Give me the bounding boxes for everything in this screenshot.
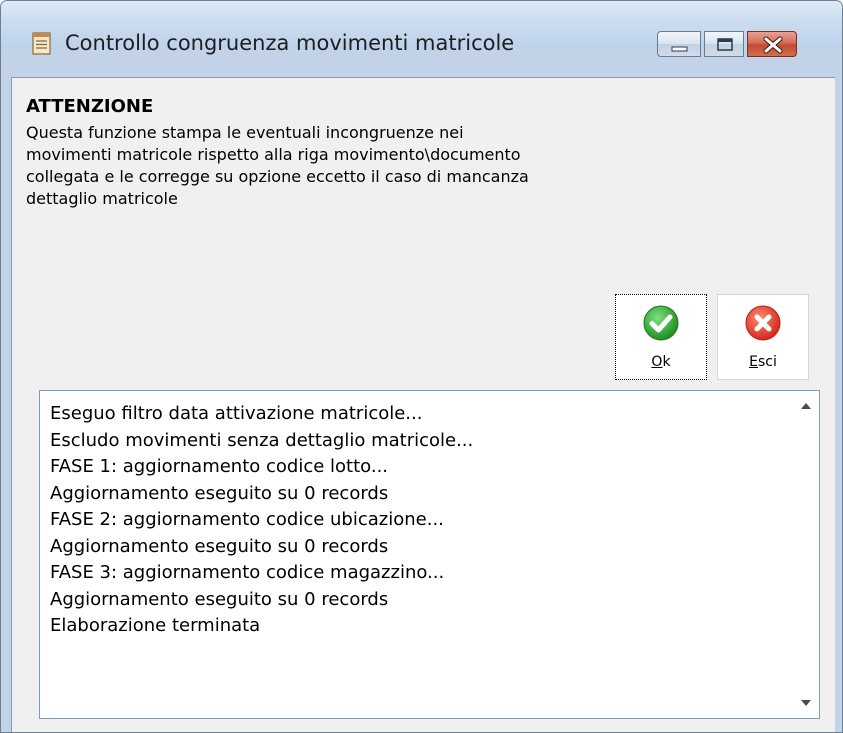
- maximize-button[interactable]: [704, 31, 744, 57]
- minimize-icon: [671, 46, 688, 52]
- esci-label: Esci: [718, 354, 808, 370]
- dialog-window: Controllo congruenza movimenti matricole…: [0, 0, 843, 733]
- dialog-content: ATTENZIONE Questa funzione stampa le eve…: [11, 77, 835, 732]
- log-line: Aggiornamento eseguito su 0 records: [50, 588, 389, 610]
- notice-description: Questa funzione stampa le eventuali inco…: [26, 123, 529, 208]
- scroll-down-icon[interactable]: [801, 700, 811, 706]
- log-line: FASE 3: aggiornamento codice magazzino..…: [50, 562, 445, 583]
- scroll-up-icon[interactable]: [801, 403, 811, 409]
- log-line: Elaborazione terminata: [50, 615, 261, 636]
- close-icon: [763, 36, 783, 54]
- log-line: FASE 2: aggiornamento codice ubicazione.…: [50, 509, 444, 530]
- log-lines: Eseguo filtro data attivazione matricole…: [50, 401, 790, 640]
- title-bar[interactable]: Controllo congruenza movimenti matricole: [1, 1, 842, 57]
- log-line: FASE 1: aggiornamento codice lotto...: [50, 456, 389, 477]
- minimize-button[interactable]: [657, 31, 701, 57]
- vertical-scrollbar[interactable]: [794, 391, 819, 718]
- close-button[interactable]: [747, 31, 797, 57]
- log-line: Eseguo filtro data attivazione matricole…: [50, 403, 423, 424]
- ok-label: Ok: [616, 354, 706, 370]
- log-line: Aggiornamento eseguito su 0 records: [50, 535, 389, 557]
- ok-label-rest: k: [662, 354, 671, 370]
- log-line: Escludo movimenti senza dettaglio matric…: [50, 429, 474, 451]
- esci-mnemonic: E: [749, 354, 758, 370]
- check-icon: [643, 305, 679, 345]
- notice-heading: ATTENZIONE: [26, 96, 154, 117]
- log-line: Aggiornamento eseguito su 0 records: [50, 482, 389, 504]
- esci-label-rest: sci: [757, 354, 777, 370]
- log-textarea[interactable]: Eseguo filtro data attivazione matricole…: [39, 390, 820, 719]
- ok-mnemonic: O: [651, 354, 663, 370]
- cancel-icon: [745, 305, 781, 345]
- esci-button[interactable]: Esci: [717, 294, 809, 380]
- document-icon[interactable]: [32, 32, 52, 56]
- ok-button[interactable]: Ok: [615, 294, 707, 380]
- window-title: Controllo congruenza movimenti matricole: [65, 31, 515, 55]
- maximize-icon: [717, 38, 733, 51]
